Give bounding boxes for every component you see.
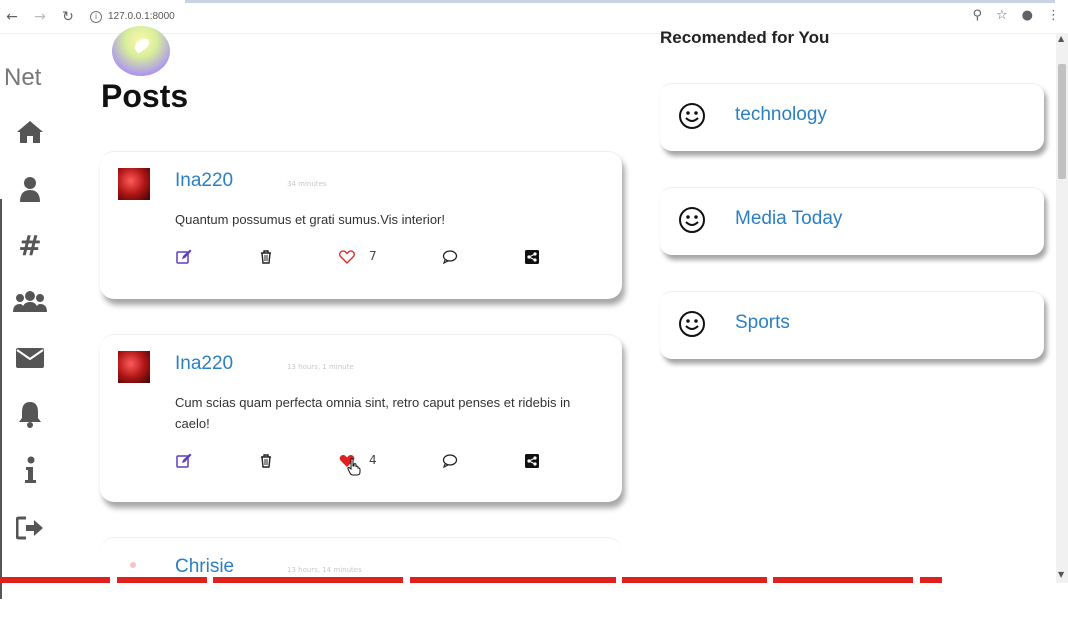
zoom-icon[interactable]: ⚲ [972, 8, 982, 23]
share-icon[interactable] [522, 247, 542, 267]
avatar[interactable] [118, 351, 150, 383]
post-timestamp: 34 minutes [287, 180, 327, 188]
recommendation-label[interactable]: Media Today [735, 208, 842, 230]
recommendation-label[interactable]: Sports [735, 312, 790, 334]
smile-icon [679, 207, 705, 233]
like-count: 4 [369, 453, 377, 467]
post-author[interactable]: Ina220 [175, 170, 233, 192]
brand-logo: Net [4, 64, 42, 91]
post-text: Quantum possumus et grati sumus.Vis inte… [175, 212, 445, 227]
like-count: 7 [369, 249, 377, 263]
delete-icon[interactable] [256, 247, 276, 267]
like-icon[interactable] [337, 247, 357, 267]
back-icon[interactable]: ← [0, 5, 24, 29]
post-timestamp: 13 hours, 14 minutes [287, 566, 362, 574]
profile-avatar[interactable] [112, 26, 170, 76]
profile-icon[interactable]: ● [1022, 8, 1033, 23]
star-icon[interactable]: ☆ [996, 8, 1008, 23]
smile-icon [679, 311, 705, 337]
group-icon[interactable] [12, 284, 48, 320]
scroll-up-icon[interactable]: ▲ [1058, 34, 1064, 43]
scroll-thumb[interactable] [1058, 64, 1066, 179]
address-bar[interactable]: i 127.0.0.1:8000 [90, 10, 175, 23]
page-title: Posts [101, 78, 189, 114]
toolbar-accent [185, 0, 1055, 3]
recommendations-panel: Recomended for You technology Media Toda… [660, 28, 1050, 583]
reload-icon[interactable]: ↻ [56, 5, 80, 29]
recommended-title: Recomended for You [660, 28, 830, 47]
post-text: Cum scias quam perfecta omnia sint, retr… [175, 395, 571, 431]
info-icon[interactable] [12, 452, 48, 488]
post-card: Ina220 34 minutes Quantum possumus et gr… [100, 151, 622, 299]
home-icon[interactable] [12, 114, 48, 150]
post-actions: 7 [174, 247, 554, 267]
scrollbar[interactable]: ▲ ▼ [1056, 34, 1068, 583]
sidebar: Net # [0, 34, 62, 599]
delete-icon[interactable] [256, 451, 276, 471]
user-icon[interactable] [12, 171, 48, 207]
recommendation-label[interactable]: technology [735, 104, 827, 126]
post-author[interactable]: Ina220 [175, 353, 233, 375]
forward-icon[interactable]: → [28, 5, 52, 29]
menu-icon[interactable]: ⋮ [1047, 8, 1060, 23]
recommendation-card[interactable]: Media Today [660, 187, 1044, 255]
info-icon[interactable]: i [90, 10, 102, 23]
comment-icon[interactable] [440, 247, 460, 267]
post-timestamp: 13 hours, 1 minute [287, 363, 354, 371]
browser-toolbar: ← → ↻ i 127.0.0.1:8000 ⚲ ☆ ● ⋮ [0, 0, 1068, 34]
edit-icon[interactable] [174, 451, 194, 471]
post-author[interactable]: Chrisie [175, 556, 234, 578]
avatar[interactable] [118, 168, 150, 200]
post-card: Ina220 13 hours, 1 minute Cum scias quam… [100, 334, 622, 502]
sidebar-divider [0, 199, 2, 599]
smile-icon [679, 103, 705, 129]
recommendation-card[interactable]: technology [660, 83, 1044, 151]
hand-cursor-icon [344, 457, 364, 477]
recommendation-card[interactable]: Sports [660, 291, 1044, 359]
hashtag-icon[interactable]: # [12, 227, 48, 263]
mail-icon[interactable] [12, 340, 48, 376]
post-actions: 4 [174, 451, 554, 476]
bell-icon[interactable] [12, 396, 48, 432]
taskbar-strip [0, 577, 1068, 583]
comment-icon[interactable] [440, 451, 460, 471]
main-feed: Posts Ina220 34 minutes Quantum possumus… [100, 26, 630, 617]
logout-icon[interactable] [12, 510, 48, 546]
share-icon[interactable] [522, 451, 542, 471]
url-text: 127.0.0.1:8000 [108, 11, 175, 22]
edit-icon[interactable] [174, 247, 194, 267]
